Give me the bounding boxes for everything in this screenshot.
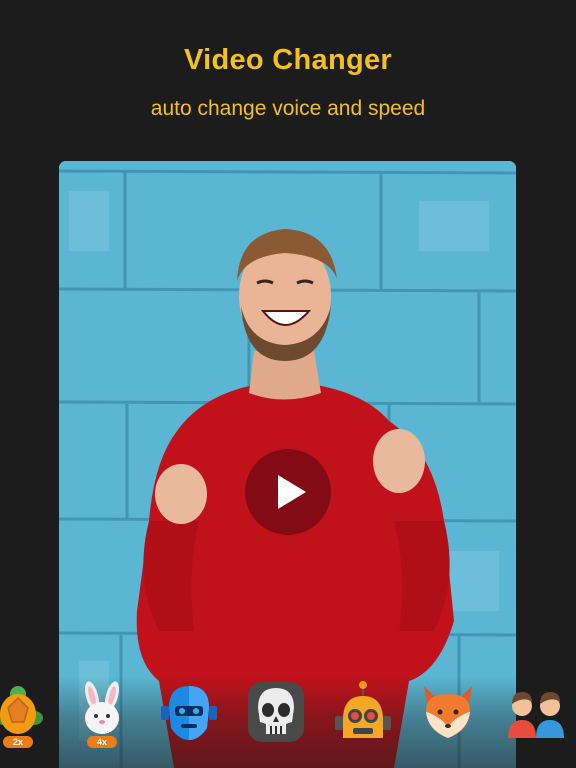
page-subtitle: auto change voice and speed xyxy=(150,97,426,120)
fox-icon xyxy=(424,686,472,738)
play-icon xyxy=(278,475,306,509)
effect-couple[interactable] xyxy=(504,680,568,744)
skull-icon xyxy=(248,682,304,742)
robot-head-icon xyxy=(161,686,217,740)
effect-rabbit[interactable]: 4x xyxy=(70,680,134,748)
page-title: Video Changer xyxy=(183,44,393,76)
robot-icon xyxy=(335,681,391,738)
effect-strip: 2x 4x xyxy=(0,676,576,768)
effect-robot[interactable] xyxy=(331,680,395,744)
play-button[interactable] xyxy=(245,449,331,535)
effect-fox[interactable] xyxy=(416,680,480,744)
speed-badge-4x: 4x xyxy=(87,736,117,748)
turtle-icon xyxy=(0,686,43,734)
speed-badge-2x: 2x xyxy=(3,736,33,748)
effect-skull[interactable] xyxy=(244,680,308,744)
rabbit-icon xyxy=(85,681,119,734)
effect-turtle[interactable]: 2x xyxy=(0,680,50,748)
people-icon xyxy=(508,692,564,738)
effect-robot-head[interactable] xyxy=(157,680,221,744)
